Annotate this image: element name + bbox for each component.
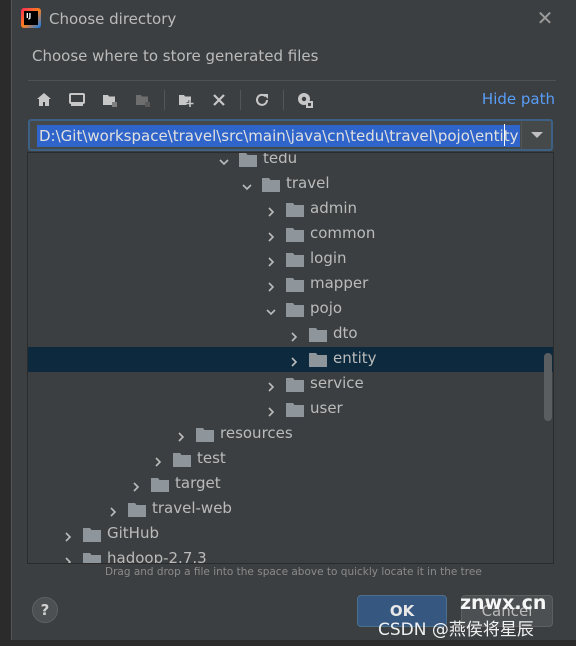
tree-row-label: login xyxy=(310,249,347,267)
folder-icon xyxy=(309,327,327,342)
tree-row[interactable]: dto xyxy=(28,322,553,347)
tree-row-label: resources xyxy=(220,424,293,442)
chevron-right-icon[interactable] xyxy=(265,378,277,392)
tree-row[interactable]: travel-web xyxy=(28,497,553,522)
chevron-right-icon[interactable] xyxy=(175,428,187,442)
tree-row[interactable]: entity xyxy=(28,347,553,372)
watermark-credit: CSDN @燕侯将星辰 xyxy=(378,620,534,640)
folder-icon xyxy=(262,177,280,192)
folder-icon xyxy=(286,302,304,317)
chevron-down-icon[interactable] xyxy=(521,121,551,149)
tree-row[interactable]: test xyxy=(28,447,553,472)
dialog-subtitle: Choose where to store generated files xyxy=(32,47,319,65)
divider xyxy=(28,80,556,81)
watermark-site: znwx.cn xyxy=(460,592,547,614)
hide-path-link[interactable]: Hide path xyxy=(482,90,555,108)
chevron-right-icon[interactable] xyxy=(288,353,300,367)
folder-icon xyxy=(309,352,327,367)
chevron-right-icon[interactable] xyxy=(265,278,277,292)
drag-drop-hint: Drag and drop a file into the space abov… xyxy=(105,566,482,578)
tree-scrollbar[interactable] xyxy=(544,353,552,421)
tree-row-label: dto xyxy=(333,324,358,342)
toolbar-separator xyxy=(164,90,165,110)
path-input[interactable]: D:\Git\workspace\travel\src\main\java\cn… xyxy=(28,119,553,151)
folder-icon xyxy=(151,477,169,492)
folder-icon xyxy=(196,427,214,442)
tree-row[interactable]: user xyxy=(28,397,553,422)
path-input-value: D:\Git\workspace\travel\src\main\java\cn… xyxy=(37,125,521,147)
chevron-right-icon[interactable] xyxy=(107,503,119,517)
chevron-right-icon[interactable] xyxy=(288,328,300,342)
toolbar-separator xyxy=(240,90,241,110)
tree-row-label: mapper xyxy=(310,274,369,292)
tree-row-label: target xyxy=(175,474,221,492)
tree-row[interactable]: admin xyxy=(28,197,553,222)
folder-icon xyxy=(286,277,304,292)
tree-row-label: service xyxy=(310,374,364,392)
folder-icon xyxy=(173,452,191,467)
folder-icon xyxy=(286,402,304,417)
tree-row-label: pojo xyxy=(310,299,343,317)
folder-icon xyxy=(286,377,304,392)
desktop-icon[interactable] xyxy=(65,89,89,111)
tree-row-label: admin xyxy=(310,199,357,217)
chevron-right-icon[interactable] xyxy=(265,403,277,417)
folder-icon xyxy=(239,153,257,167)
folder-icon xyxy=(83,527,101,542)
folder-icon xyxy=(128,502,146,517)
chevron-right-icon[interactable] xyxy=(152,453,164,467)
toolbar xyxy=(32,88,326,112)
tree-row-label: entity xyxy=(333,349,377,367)
text-caret xyxy=(504,124,505,146)
folder-icon xyxy=(83,552,101,563)
chevron-right-icon[interactable] xyxy=(265,253,277,267)
tree-row-label: travel xyxy=(286,174,330,192)
tree-row[interactable]: common xyxy=(28,222,553,247)
delete-icon[interactable] xyxy=(207,89,231,111)
refresh-icon[interactable] xyxy=(250,89,274,111)
show-hidden-icon[interactable] xyxy=(293,89,317,111)
tree-row[interactable]: GitHub xyxy=(28,522,553,547)
chevron-right-icon[interactable] xyxy=(62,553,74,563)
folder-icon xyxy=(286,202,304,217)
tree-row[interactable]: travel xyxy=(28,172,553,197)
chevron-right-icon[interactable] xyxy=(265,228,277,242)
tree-row[interactable]: mapper xyxy=(28,272,553,297)
chevron-down-icon[interactable] xyxy=(218,153,230,166)
tree-row-label: travel-web xyxy=(152,499,232,517)
chevron-right-icon[interactable] xyxy=(62,528,74,542)
chevron-down-icon[interactable] xyxy=(265,303,277,316)
directory-tree[interactable]: tedu travel admin common login mapper pojo dto e… xyxy=(27,152,554,564)
intellij-logo-icon: IJ xyxy=(21,8,41,28)
module-folder-icon[interactable] xyxy=(131,89,155,111)
home-icon[interactable] xyxy=(32,89,56,111)
tree-row-label: test xyxy=(197,449,226,467)
chevron-right-icon[interactable] xyxy=(265,203,277,217)
tree-row[interactable]: service xyxy=(28,372,553,397)
tree-row[interactable]: hadoop-2.7.3 xyxy=(28,547,553,564)
tree-row-label: tedu xyxy=(263,152,298,167)
title-bar: IJ Choose directory ✕ xyxy=(12,0,576,40)
tree-row[interactable]: login xyxy=(28,247,553,272)
tree-row-label: user xyxy=(310,399,343,417)
folder-icon xyxy=(286,252,304,267)
tree-row[interactable]: tedu xyxy=(28,152,553,172)
tree-row[interactable]: target xyxy=(28,472,553,497)
close-icon[interactable]: ✕ xyxy=(535,8,555,28)
toolbar-separator xyxy=(283,90,284,110)
tree-row-label: GitHub xyxy=(107,524,159,542)
tree-row[interactable]: resources xyxy=(28,422,553,447)
help-button[interactable]: ? xyxy=(32,597,58,623)
project-folder-icon[interactable] xyxy=(98,89,122,111)
tree-row[interactable]: pojo xyxy=(28,297,553,322)
new-folder-icon[interactable] xyxy=(174,89,198,111)
folder-icon xyxy=(286,227,304,242)
choose-directory-dialog: IJ Choose directory ✕ Choose where to st… xyxy=(11,0,576,640)
chevron-right-icon[interactable] xyxy=(130,478,142,492)
dialog-title: Choose directory xyxy=(49,10,177,28)
tree-row-label: hadoop-2.7.3 xyxy=(107,549,207,564)
tree-row-label: common xyxy=(310,224,376,242)
chevron-down-icon[interactable] xyxy=(241,178,253,191)
